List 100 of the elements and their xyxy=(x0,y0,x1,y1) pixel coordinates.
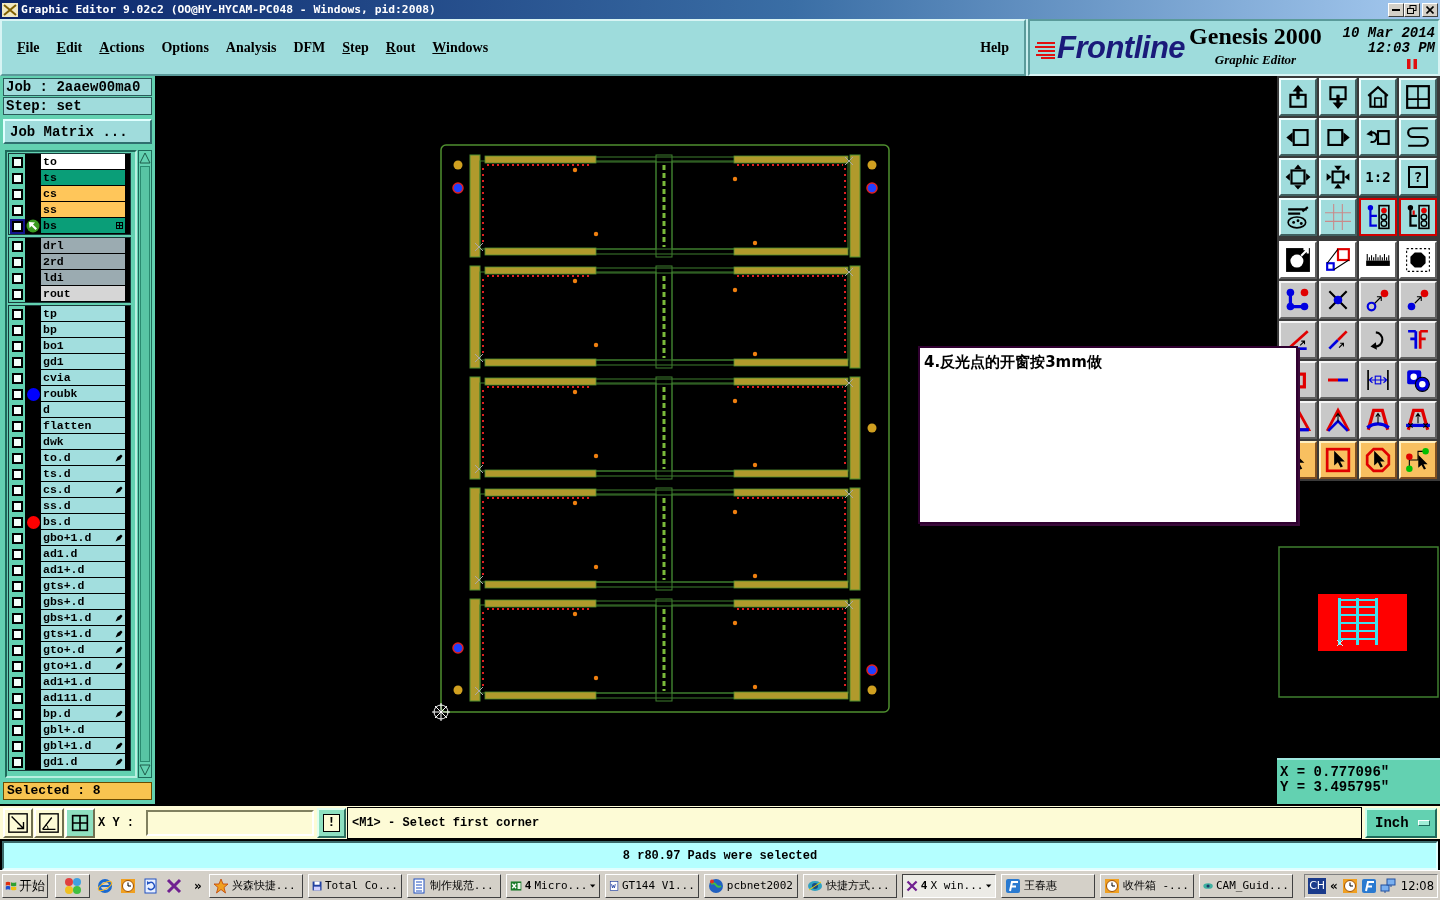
layer-name[interactable]: bo1 xyxy=(41,338,125,353)
layer-name[interactable]: ss xyxy=(41,202,125,217)
layer-name[interactable]: bs xyxy=(41,218,125,233)
layer-name[interactable]: gd1 xyxy=(41,354,125,369)
cross-icon[interactable] xyxy=(166,877,182,894)
menu-item[interactable]: Windows xyxy=(432,39,489,56)
layer-name[interactable]: roubk xyxy=(41,386,125,401)
layer-checkbox[interactable] xyxy=(11,724,23,736)
layer-checkbox[interactable] xyxy=(11,628,23,640)
layer-name[interactable]: gto+.d xyxy=(41,642,125,657)
layer-name[interactable]: bp xyxy=(41,322,125,337)
layer-checkbox[interactable] xyxy=(11,500,23,512)
layer-checkbox[interactable] xyxy=(11,404,23,416)
layer-checkbox[interactable] xyxy=(11,272,23,284)
layer-checkbox[interactable] xyxy=(11,220,23,232)
layer-checkbox[interactable] xyxy=(11,676,23,688)
layer-name[interactable]: drl xyxy=(41,238,125,253)
layer-checkbox[interactable] xyxy=(11,612,23,624)
menu-item[interactable]: Actions xyxy=(99,39,145,56)
task-button[interactable]: 快捷方式... xyxy=(802,873,897,898)
toolbar-button[interactable]: ? xyxy=(1399,158,1437,196)
layer-name[interactable]: ad1.d xyxy=(41,546,125,561)
scroll-down-icon[interactable] xyxy=(139,764,151,776)
clock-icon[interactable] xyxy=(120,877,136,894)
layer-name[interactable]: cs xyxy=(41,186,125,201)
layer-name[interactable]: to xyxy=(41,154,125,169)
toolbar-button[interactable] xyxy=(1399,198,1437,236)
layer-checkbox[interactable] xyxy=(11,288,23,300)
layer-name[interactable]: ts.d xyxy=(41,466,125,481)
layer-name[interactable]: ad1+.d xyxy=(41,562,125,577)
task-button[interactable]: Total Co... xyxy=(307,873,402,898)
layer-checkbox[interactable] xyxy=(11,516,23,528)
layer-checkbox[interactable] xyxy=(11,436,23,448)
layer-checkbox[interactable] xyxy=(11,340,23,352)
layer-checkbox[interactable] xyxy=(11,468,23,480)
layer-name[interactable]: flatten xyxy=(41,418,125,433)
menu-item[interactable]: Analysis xyxy=(225,39,277,56)
task-button[interactable]: 制作规范... xyxy=(406,873,501,898)
menu-item[interactable]: Rout xyxy=(385,39,416,56)
job-matrix-button[interactable]: Job Matrix ... xyxy=(3,119,152,144)
layer-name[interactable]: 2rd xyxy=(41,254,125,269)
layer-checkbox[interactable] xyxy=(11,532,23,544)
snap-grid-button[interactable] xyxy=(65,807,95,838)
page-refresh-icon[interactable] xyxy=(143,877,159,894)
layer-name[interactable]: gd1.d xyxy=(41,754,125,769)
layer-name[interactable]: cvia xyxy=(41,370,125,385)
f-logo-icon[interactable] xyxy=(1360,877,1377,894)
minimize-button[interactable] xyxy=(1388,2,1404,17)
layer-name[interactable]: bs.d xyxy=(41,514,125,529)
layer-name[interactable]: ad1+1.d xyxy=(41,674,125,689)
layer-scrollbar[interactable] xyxy=(138,150,152,778)
layer-name[interactable]: rout xyxy=(41,286,125,301)
toolbar-button[interactable]: 1:2 xyxy=(1359,158,1397,196)
layer-checkbox[interactable] xyxy=(11,256,23,268)
layer-checkbox[interactable] xyxy=(11,756,23,768)
task-button[interactable]: 王春惠 xyxy=(1000,873,1095,898)
layer-checkbox[interactable] xyxy=(11,692,23,704)
layer-checkbox[interactable] xyxy=(11,172,23,184)
layer-name[interactable]: gbl+1.d xyxy=(41,738,125,753)
task-button[interactable]: CAM_Guid... xyxy=(1198,873,1293,898)
layer-checkbox[interactable] xyxy=(11,548,23,560)
task-button[interactable]: 收件箱 -... xyxy=(1099,873,1194,898)
units-button[interactable]: Inch xyxy=(1365,807,1437,838)
menu-item[interactable]: File xyxy=(17,39,40,56)
layer-checkbox[interactable] xyxy=(11,308,23,320)
layer-name[interactable]: gbl+.d xyxy=(41,722,125,737)
layer-name[interactable]: cs.d xyxy=(41,482,125,497)
layer-name[interactable]: gbs+1.d xyxy=(41,610,125,625)
layer-checkbox[interactable] xyxy=(11,484,23,496)
layer-checkbox[interactable] xyxy=(11,596,23,608)
alert-button[interactable]: ! xyxy=(317,807,346,838)
quick-launch-button[interactable] xyxy=(55,873,90,898)
layer-checkbox[interactable] xyxy=(11,188,23,200)
layer-checkbox[interactable] xyxy=(11,708,23,720)
task-button[interactable]: GT144 V1... xyxy=(604,873,699,898)
angle-button[interactable] xyxy=(34,807,64,838)
menu-item[interactable]: DFM xyxy=(293,39,326,56)
layer-name[interactable]: to.d xyxy=(41,450,125,465)
layer-checkbox[interactable] xyxy=(11,660,23,672)
scroll-up-icon[interactable] xyxy=(139,152,151,164)
ring-e-icon[interactable] xyxy=(97,877,113,894)
layer-name[interactable]: ad111.d xyxy=(41,690,125,705)
layer-checkbox[interactable] xyxy=(11,240,23,252)
layer-checkbox[interactable] xyxy=(11,740,23,752)
clock-icon[interactable] xyxy=(1341,877,1358,894)
layer-name[interactable]: ts xyxy=(41,170,125,185)
layer-checkbox[interactable] xyxy=(11,452,23,464)
layer-name[interactable]: gto+1.d xyxy=(41,658,125,673)
menu-item[interactable]: Edit xyxy=(56,39,83,56)
layer-checkbox[interactable] xyxy=(11,204,23,216)
zoom-box-button[interactable] xyxy=(3,807,33,838)
start-button[interactable]: 开始 xyxy=(2,873,48,898)
layer-name[interactable]: tp xyxy=(41,306,125,321)
layer-name[interactable]: ss.d xyxy=(41,498,125,513)
layer-checkbox[interactable] xyxy=(11,156,23,168)
layer-checkbox[interactable] xyxy=(11,372,23,384)
help-menu[interactable]: Help xyxy=(980,39,1009,56)
layer-name[interactable]: dwk xyxy=(41,434,125,449)
close-button[interactable] xyxy=(1422,2,1438,17)
layer-checkbox[interactable] xyxy=(11,324,23,336)
